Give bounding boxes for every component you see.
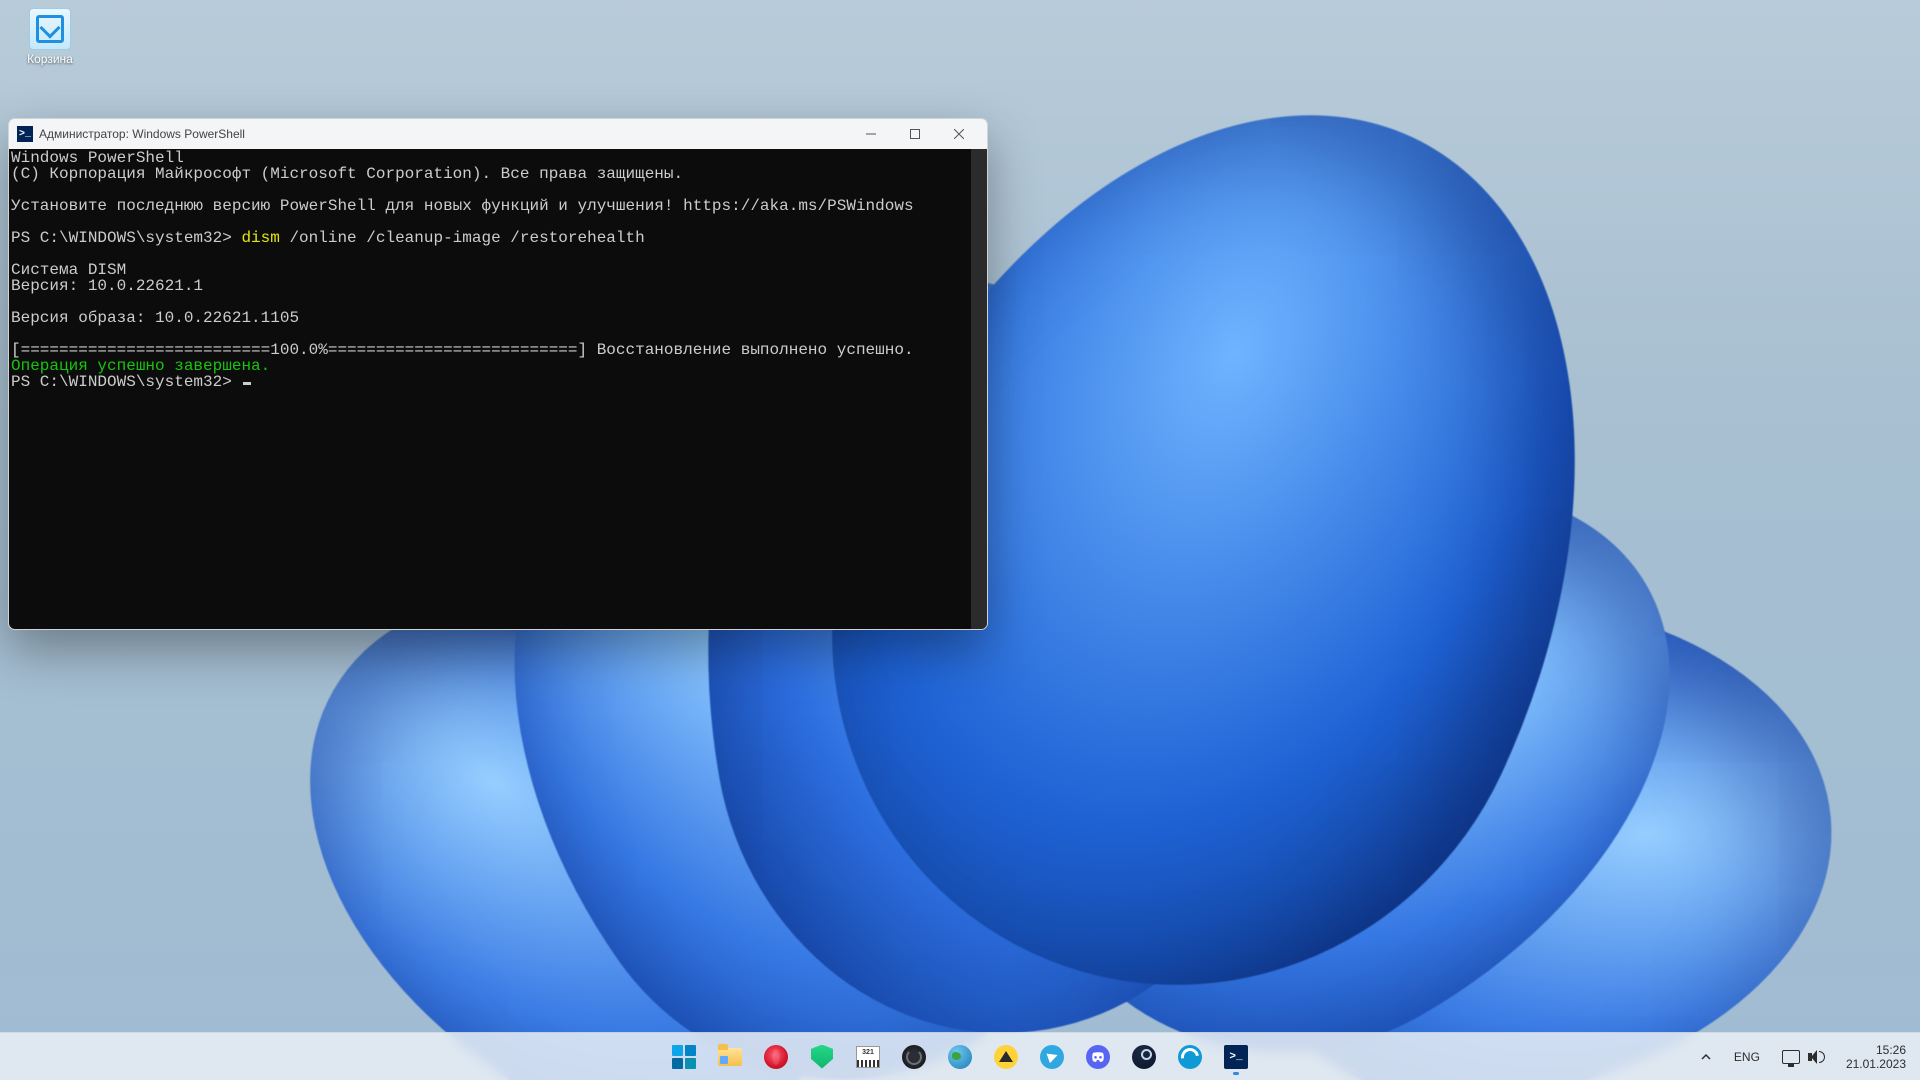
volume-icon xyxy=(1808,1049,1824,1065)
system-tray[interactable] xyxy=(1776,1045,1830,1069)
taskbar-powershell[interactable]: >_ xyxy=(1216,1037,1256,1077)
recycle-bin-icon xyxy=(29,8,71,50)
start-button[interactable] xyxy=(664,1037,704,1077)
windows-logo-icon xyxy=(672,1045,696,1069)
term-line: Версия: 10.0.22621.1 xyxy=(11,277,203,295)
taskbar-triangle-app[interactable] xyxy=(986,1037,1026,1077)
term-line: (C) Корпорация Майкрософт (Microsoft Cor… xyxy=(11,165,683,183)
close-button[interactable] xyxy=(937,119,981,149)
term-line: Установите последнюю версию PowerShell д… xyxy=(11,197,914,215)
telegram-icon xyxy=(1040,1045,1064,1069)
file-explorer-icon xyxy=(718,1048,742,1066)
globe-icon xyxy=(948,1045,972,1069)
clock-date: 21.01.2023 xyxy=(1846,1057,1906,1071)
window-titlebar[interactable]: >_ Администратор: Windows PowerShell xyxy=(9,119,987,149)
cursor-icon xyxy=(243,382,251,385)
language-indicator[interactable]: ENG xyxy=(1728,1046,1766,1068)
taskbar-right: ENG 15:26 21.01.2023 xyxy=(1694,1039,1912,1075)
desktop[interactable]: Корзина >_ Администратор: Windows PowerS… xyxy=(0,0,1920,1080)
minimize-button[interactable] xyxy=(849,119,893,149)
network-icon xyxy=(1782,1050,1800,1064)
term-line: Версия образа: 10.0.22621.1105 xyxy=(11,309,299,327)
powershell-taskbar-icon: >_ xyxy=(1224,1045,1248,1069)
swirl-app-icon xyxy=(1178,1045,1202,1069)
powershell-window[interactable]: >_ Администратор: Windows PowerShell Win… xyxy=(8,118,988,630)
taskbar-mpc[interactable] xyxy=(848,1037,888,1077)
terminal-scrollbar[interactable] xyxy=(971,149,987,629)
maximize-button[interactable] xyxy=(893,119,937,149)
tray-overflow-button[interactable] xyxy=(1694,1045,1718,1069)
taskbar-discord[interactable] xyxy=(1078,1037,1118,1077)
taskbar-swirl-app[interactable] xyxy=(1170,1037,1210,1077)
taskbar-center: >_ xyxy=(664,1037,1256,1077)
discord-icon xyxy=(1086,1045,1110,1069)
taskbar-security[interactable] xyxy=(802,1037,842,1077)
term-command: dism xyxy=(241,229,279,247)
powershell-icon: >_ xyxy=(17,126,33,142)
window-title: Администратор: Windows PowerShell xyxy=(39,127,849,141)
clock-time: 15:26 xyxy=(1846,1043,1906,1057)
terminal-output[interactable]: Windows PowerShell (C) Корпорация Майкро… xyxy=(9,149,987,629)
term-prompt: PS C:\WINDOWS\system32> xyxy=(11,229,241,247)
taskbar-globe[interactable] xyxy=(940,1037,980,1077)
taskbar-clock[interactable]: 15:26 21.01.2023 xyxy=(1840,1039,1912,1075)
term-args: /online /cleanup-image /restorehealth xyxy=(280,229,645,247)
shield-icon xyxy=(811,1045,833,1069)
taskbar-steam[interactable] xyxy=(1124,1037,1164,1077)
recycle-bin[interactable]: Корзина xyxy=(12,8,88,66)
recycle-bin-label: Корзина xyxy=(12,52,88,66)
taskbar-opera[interactable] xyxy=(756,1037,796,1077)
media-player-icon xyxy=(856,1046,880,1068)
taskbar-explorer[interactable] xyxy=(710,1037,750,1077)
opera-icon xyxy=(764,1045,788,1069)
taskbar[interactable]: >_ ENG 15:26 21.01.2023 xyxy=(0,1032,1920,1080)
taskbar-telegram[interactable] xyxy=(1032,1037,1072,1077)
triangle-app-icon xyxy=(994,1045,1018,1069)
steam-icon xyxy=(1132,1045,1156,1069)
obs-icon xyxy=(902,1045,926,1069)
taskbar-obs[interactable] xyxy=(894,1037,934,1077)
term-prompt: PS C:\WINDOWS\system32> xyxy=(11,373,241,391)
